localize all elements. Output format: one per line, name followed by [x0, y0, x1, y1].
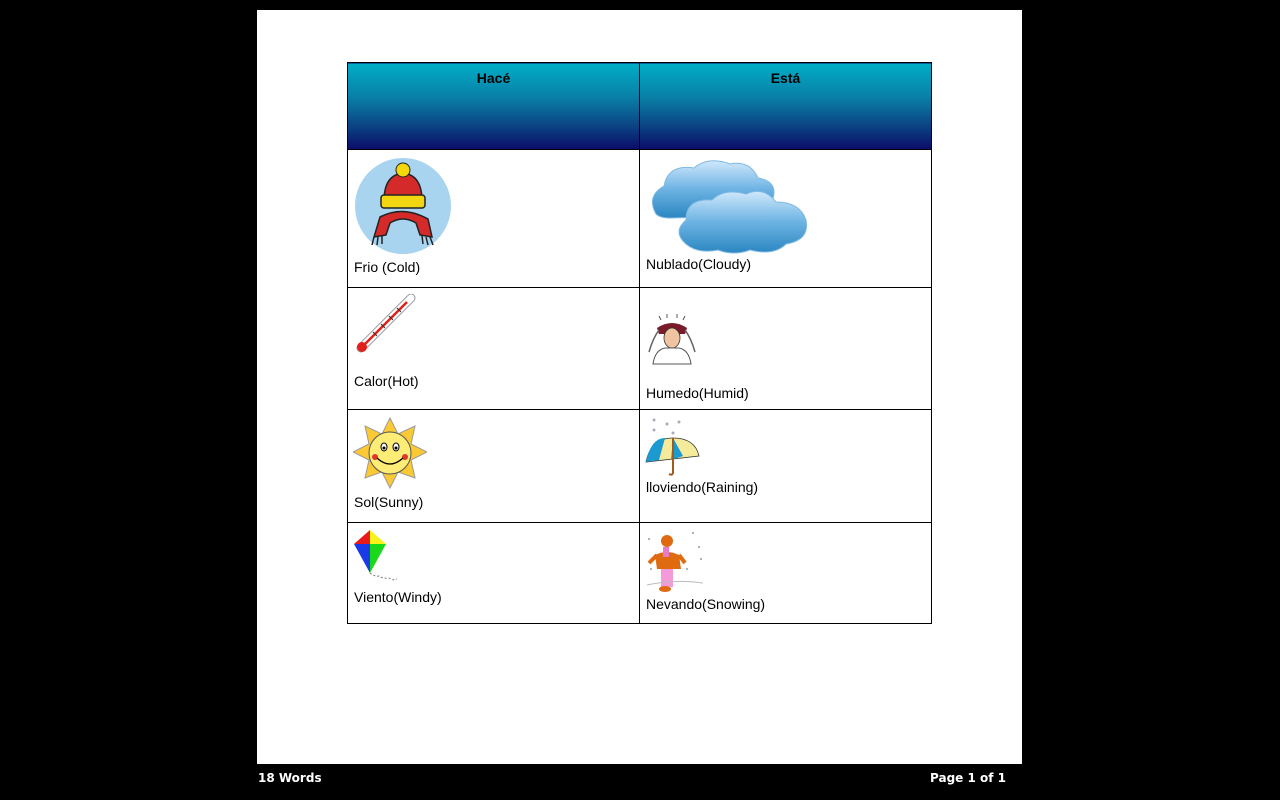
cell-snowing: Nevando(Snowing) — [639, 522, 932, 624]
label-cloudy: Nublado(Cloudy) — [646, 256, 752, 272]
winter-hat-scarf-icon — [355, 158, 451, 254]
child-in-snow-icon — [646, 532, 704, 592]
kite-icon — [354, 530, 398, 581]
smiling-sun-icon — [353, 416, 427, 490]
table-row: Calor(Hot) Humedo(Humid) — [347, 287, 932, 410]
cell-cloudy: Nublado(Cloudy) — [639, 149, 932, 288]
cell-humid: Humedo(Humid) — [639, 287, 932, 410]
thermometer-icon — [356, 294, 416, 353]
clouds-icon — [651, 160, 808, 254]
frustrated-person-icon — [648, 314, 696, 365]
label-snowing: Nevando(Snowing) — [646, 596, 766, 612]
cell-cold: Frio (Cold) — [347, 149, 640, 288]
cell-sunny: Sol(Sunny) — [347, 409, 640, 523]
table-row: Viento(Windy) Nevando(Snowing) — [347, 522, 932, 624]
table-row: Sol(Sunny) lloviendo(Raining) — [347, 409, 932, 523]
label-sunny: Sol(Sunny) — [354, 494, 424, 510]
cell-windy: Viento(Windy) — [347, 522, 640, 624]
label-windy: Viento(Windy) — [354, 589, 442, 605]
document-page[interactable]: Hacé Está Frio (Cold) Nublado(Cloudy) Ca… — [257, 10, 1022, 764]
word-count: 18 Words — [258, 771, 322, 785]
cell-raining: lloviendo(Raining) — [639, 409, 932, 523]
weather-table: Hacé Está Frio (Cold) Nublado(Cloudy) Ca… — [347, 62, 932, 624]
umbrella-rain-icon — [645, 418, 700, 476]
label-raining: lloviendo(Raining) — [646, 479, 759, 495]
label-humid: Humedo(Humid) — [646, 385, 749, 401]
cell-hot: Calor(Hot) — [347, 287, 640, 410]
header-row: Hacé Está — [347, 62, 932, 150]
header-hace: Hacé — [347, 62, 640, 150]
page-indicator: Page 1 of 1 — [930, 771, 1006, 785]
table-row: Frio (Cold) Nublado(Cloudy) — [347, 149, 932, 288]
label-cold: Frio (Cold) — [354, 259, 421, 275]
header-esta: Está — [639, 62, 932, 150]
label-hot: Calor(Hot) — [354, 373, 419, 389]
